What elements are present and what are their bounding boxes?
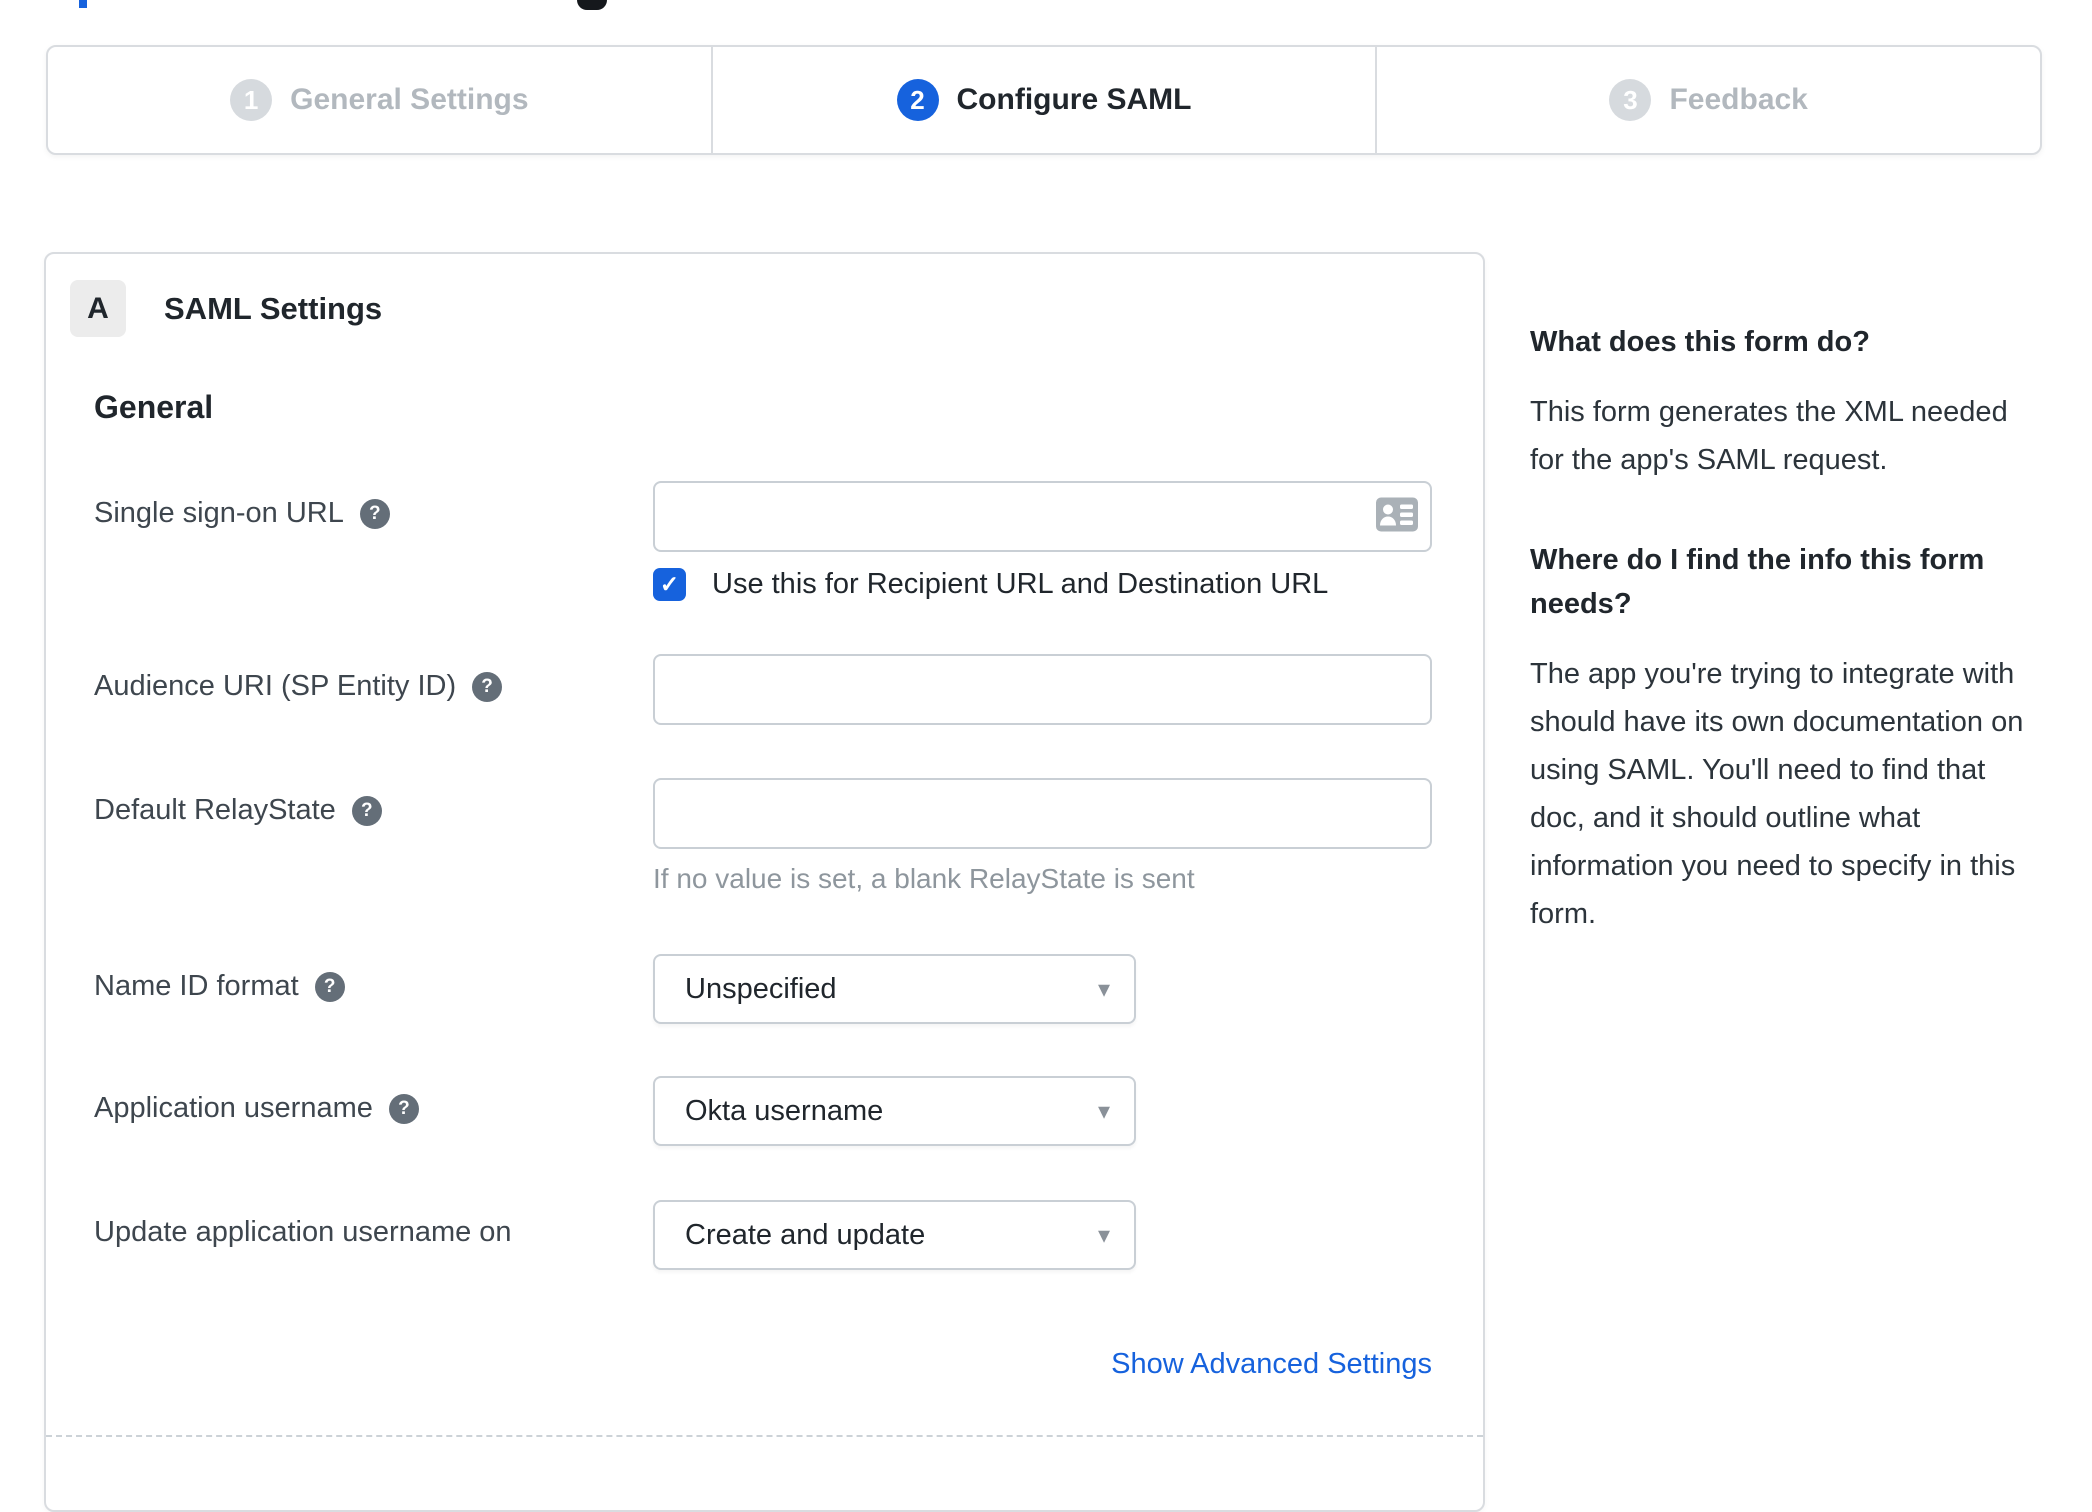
update-application-username-select[interactable]: Create and update ▾: [653, 1200, 1136, 1270]
field-row-default-relaystate: Default RelayState ? If no value is set,…: [94, 778, 1433, 895]
panel-header: A SAML Settings: [70, 280, 1433, 337]
field-label: Default RelayState: [94, 794, 336, 826]
chevron-down-icon: ▾: [1097, 1097, 1110, 1125]
help-icon[interactable]: ?: [359, 498, 390, 529]
field-row-application-username: Application username ? Okta username ▾: [94, 1076, 1433, 1146]
select-value: Create and update: [685, 1218, 926, 1251]
help-icon[interactable]: ?: [388, 1093, 419, 1124]
sso-url-input[interactable]: [653, 481, 1432, 552]
step-general-settings[interactable]: 1 General Settings: [48, 47, 711, 153]
step-label: Feedback: [1669, 83, 1808, 116]
step-configure-saml[interactable]: 2 Configure SAML: [710, 47, 1376, 153]
wizard-stepper: 1 General Settings 2 Configure SAML 3 Fe…: [46, 45, 2042, 155]
checkbox-label: Use this for Recipient URL and Destinati…: [712, 568, 1329, 600]
saml-settings-panel: A SAML Settings General Single sign-on U…: [44, 252, 1485, 1512]
help-icon[interactable]: ?: [314, 971, 345, 1002]
relaystate-hint-text: If no value is set, a blank RelayState i…: [653, 863, 1195, 894]
help-sidebar: What does this form do? This form genera…: [1530, 320, 2045, 938]
field-row-audience-uri: Audience URI (SP Entity ID) ?: [94, 654, 1433, 725]
help-section-where: Where do I find the info this form needs…: [1530, 538, 2045, 938]
field-row-name-id-format: Name ID format ? Unspecified ▾: [94, 954, 1433, 1024]
header-cutoff-logo-fragment: [577, 0, 607, 10]
show-advanced-settings-link[interactable]: Show Advanced Settings: [1111, 1348, 1432, 1381]
chevron-down-icon: ▾: [1097, 1221, 1110, 1249]
application-username-select[interactable]: Okta username ▾: [653, 1076, 1136, 1146]
help-heading: What does this form do?: [1530, 326, 1870, 358]
panel-dashed-divider: [46, 1435, 1483, 1437]
field-row-update-application-username-on: Update application username on Create an…: [94, 1200, 1433, 1270]
field-label: Update application username on: [94, 1216, 512, 1248]
recipient-destination-option: ✓ Use this for Recipient URL and Destina…: [653, 568, 1433, 601]
step-number-badge: 1: [230, 79, 273, 121]
help-body: The app you're trying to integrate with …: [1530, 658, 2024, 930]
step-label: General Settings: [290, 83, 529, 116]
help-heading: Where do I find the info this form needs…: [1530, 544, 1985, 620]
section-a-badge: A: [70, 280, 126, 337]
help-body: This form generates the XML needed for t…: [1530, 396, 2008, 476]
audience-uri-input[interactable]: [653, 654, 1432, 725]
step-number-badge: 3: [1609, 79, 1652, 121]
field-label: Name ID format: [94, 970, 299, 1002]
help-icon[interactable]: ?: [472, 671, 503, 702]
use-recipient-destination-checkbox[interactable]: ✓: [653, 568, 686, 601]
general-section-heading: General: [94, 389, 214, 425]
help-icon[interactable]: ?: [351, 795, 382, 826]
field-label: Single sign-on URL: [94, 497, 344, 529]
select-value: Unspecified: [685, 972, 837, 1005]
chevron-down-icon: ▾: [1097, 975, 1110, 1003]
field-label: Audience URI (SP Entity ID): [94, 670, 457, 702]
contact-card-icon: [1376, 497, 1418, 536]
panel-title: SAML Settings: [164, 290, 383, 326]
field-label: Application username: [94, 1092, 373, 1124]
select-value: Okta username: [685, 1094, 884, 1127]
header-cutoff-blue-fragment: [79, 0, 87, 8]
step-feedback[interactable]: 3 Feedback: [1375, 47, 2040, 153]
name-id-format-select[interactable]: Unspecified ▾: [653, 954, 1136, 1024]
step-label: Configure SAML: [956, 83, 1192, 116]
field-row-single-sign-on-url: Single sign-on URL ? ✓ Use this for Reci…: [94, 481, 1433, 601]
step-number-badge: 2: [896, 79, 939, 121]
default-relaystate-input[interactable]: [653, 778, 1432, 849]
help-section-what: What does this form do? This form genera…: [1530, 320, 2045, 484]
